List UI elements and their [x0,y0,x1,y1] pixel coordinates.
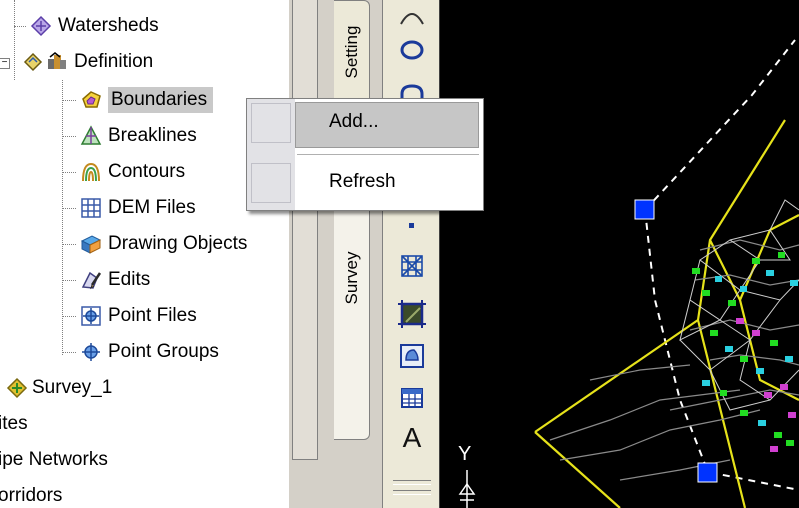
menu-item-icon-cell [251,163,291,203]
tree-connector [62,316,76,317]
tree-item-label: Breaklines [108,125,197,146]
tree-item-label: Drawing Objects [108,233,248,254]
dem-files-icon [81,198,101,218]
point-files-icon [81,306,101,326]
tree-item-drawing-objects[interactable]: Drawing Objects [80,226,247,262]
expander-minus-glyph: − [1,57,8,68]
vertical-tab-strip: Setting Survey [320,0,382,508]
drop-shape-icon [400,344,424,368]
palette-grip[interactable] [393,480,431,485]
tree-item-label: Boundaries [108,87,214,113]
breaklines-icon [80,125,102,145]
tree-item-label: Survey_1 [32,377,113,398]
surface-drawing: Y [458,39,799,508]
definition-icon [48,52,66,69]
tree-item-label: Contours [108,161,186,182]
grid-crosshatch-icon [401,255,423,277]
tree-connector [14,0,15,80]
tree-item-label: Edits [108,269,151,290]
tree-item-point-groups[interactable]: Point Groups [80,334,219,370]
tree-connector [62,136,76,137]
ellipse-tool-icon [400,13,424,25]
hatch-square-icon [398,300,426,328]
tree-item-dem-files[interactable]: DEM Files [80,190,196,226]
tree-item-label: orridors [0,485,63,506]
tree-item-definition[interactable]: Definition [22,44,153,80]
dot-tool-icon [409,223,414,228]
ucs-y-label: Y [458,443,471,465]
tree-scrollbar[interactable] [288,0,320,508]
contour-lines [549,239,799,481]
tree-connector [14,26,26,27]
tree-connector [62,80,63,355]
grip-square[interactable] [634,199,655,220]
tree-connector [62,280,76,281]
context-menu: Add... Refresh [246,98,484,211]
tab-survey-label: Survey [341,251,361,305]
grip-square[interactable] [697,462,718,483]
table-tool-button[interactable] [398,384,426,412]
tree-item-survey-1[interactable]: Survey_1 [6,370,112,406]
tree-item-label: DEM Files [108,197,196,218]
tree-connector [62,100,76,101]
tree-item-sites[interactable]: ites [0,406,28,442]
tab-settings-label: Setting [341,25,361,79]
tree-item-contours[interactable]: Contours [80,154,185,190]
tree-item-edits[interactable]: Edits [80,262,150,298]
point-groups-icon [82,343,100,361]
tree-item-label: ites [0,413,28,434]
menu-item-refresh[interactable]: Refresh [247,159,483,207]
text-tool-button[interactable]: A [398,422,426,453]
drawing-canvas[interactable]: Y [440,0,799,508]
dot-tool-button[interactable] [398,212,426,240]
menu-separator [297,154,479,155]
tree-item-corridors[interactable]: orridors [0,478,62,508]
menu-item-add[interactable]: Add... [247,99,483,148]
tree-item-label: Point Files [108,305,197,326]
tree-item-pipe-networks[interactable]: ipe Networks [0,442,108,478]
drawing-objects-icon [80,235,102,254]
tree-item-watersheds[interactable]: Watersheds [30,8,159,44]
tree-item-label: Point Groups [108,341,219,362]
tree-connector [62,172,76,173]
yellow-boundary-line [534,119,799,508]
ellipse-tool-button[interactable] [398,6,426,34]
tree-item-breaklines[interactable]: Breaklines [80,118,197,154]
edits-icon [81,271,102,290]
boundaries-icon [82,91,101,108]
tree-connector [62,244,76,245]
tree-connector [62,352,76,353]
tree-scrollbar-thumb[interactable] [292,0,318,460]
menu-item-highlight [295,102,479,148]
tab-settings[interactable]: Setting [334,0,370,104]
menu-item-label: Add... [329,111,379,132]
watersheds-icon [30,15,52,37]
menu-item-label: Refresh [329,171,396,192]
table-icon [401,388,423,408]
tree-item-label: ipe Networks [0,449,108,470]
tree-connector [62,208,76,209]
circle-tool-icon [400,40,424,60]
tree-expander-definition[interactable]: − [0,58,10,69]
tin-mesh [679,199,799,411]
menu-item-icon-cell [251,103,291,143]
palette-grip[interactable] [393,490,431,495]
tree-item-label: Definition [74,51,154,72]
text-tool-icon: A [402,422,422,453]
tree-item-point-files[interactable]: Point Files [80,298,197,334]
survey-icon [6,377,28,399]
grid-crosshatch-button[interactable] [398,252,426,280]
drop-shape-button[interactable] [398,342,426,370]
tree-item-boundaries[interactable]: Boundaries [80,82,214,118]
tool-palette: A [382,0,440,508]
hatch-square-button[interactable] [398,300,426,328]
tree-item-label: Watersheds [58,15,159,36]
circle-tool-button[interactable] [398,36,426,64]
ucs-icon [458,470,476,508]
prospector-tree: − Watersheds Definition Boundaries Break… [0,0,288,508]
contours-icon [82,162,100,182]
surface-icon [23,52,43,72]
